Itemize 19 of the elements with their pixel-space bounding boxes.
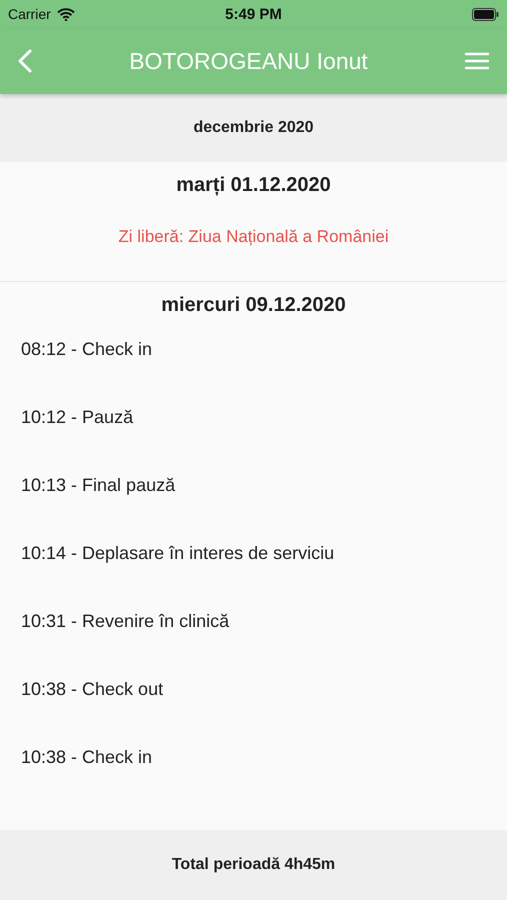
day-date: miercuri 09.12.2020 — [161, 294, 346, 317]
carrier-label: Carrier — [8, 6, 51, 22]
menu-icon[interactable] — [465, 52, 489, 70]
status-time: 5:49 PM — [225, 6, 282, 22]
nav-title: BOTOROGEANU Ionut — [128, 48, 369, 74]
time-entry: 10:38 - Check in — [21, 747, 154, 767]
total-period: Total perioadă 4h45m — [0, 830, 507, 900]
back-icon[interactable] — [18, 49, 32, 73]
day-date: marți 01.12.2020 — [176, 174, 331, 197]
time-entry: 10:12 - Pauză — [21, 407, 134, 427]
holiday-note: Zi liberă: Ziua Națională a României — [118, 227, 389, 247]
time-entry: 10:38 - Check out — [21, 679, 164, 699]
time-entry: 10:14 - Deplasare în interes de serviciu — [21, 543, 336, 563]
battery-icon — [472, 8, 499, 20]
time-entry: 10:31 - Revenire în clinică — [21, 611, 230, 631]
wifi-icon — [56, 8, 75, 20]
time-entry: 10:13 - Final pauză — [21, 475, 176, 495]
month-header: decembrie 2020 — [0, 94, 507, 162]
time-entry: 08:12 - Check in — [21, 339, 154, 359]
